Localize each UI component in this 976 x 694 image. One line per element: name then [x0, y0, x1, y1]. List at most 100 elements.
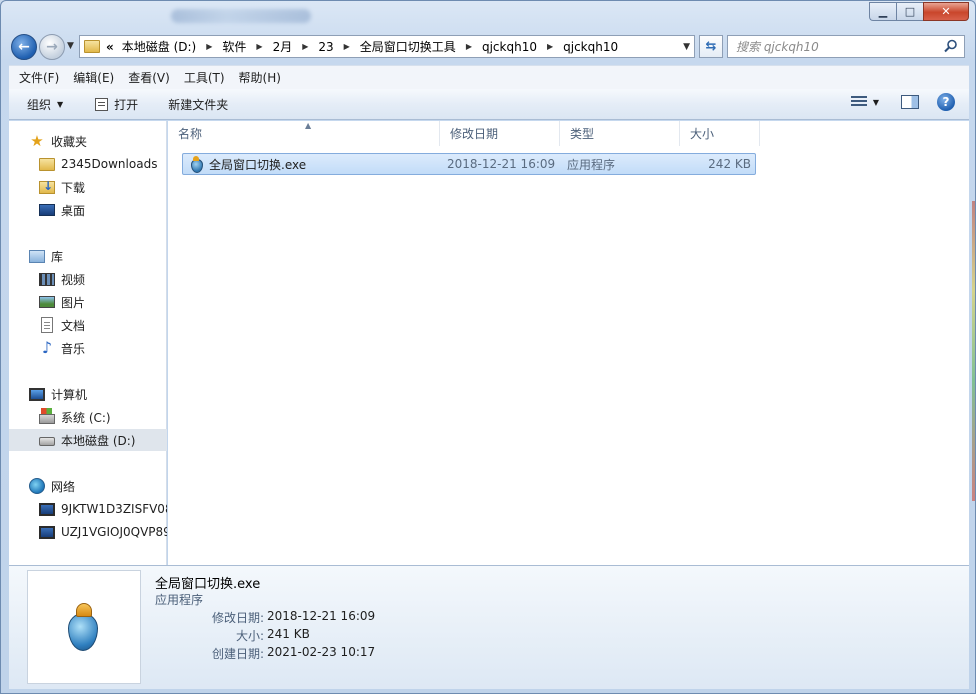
recent-pages-dropdown[interactable]: ▼ — [67, 41, 74, 51]
column-header-modified[interactable]: 修改日期 — [440, 121, 560, 146]
breadcrumb-arrow-icon[interactable]: ▶ — [547, 42, 553, 51]
sidebar-label: 库 — [51, 249, 64, 264]
sidebar-item-network-pc-1[interactable]: 9JKTW1D3ZISFV08 — [9, 498, 167, 520]
sidebar-item-videos[interactable]: 视频 — [9, 268, 167, 290]
sidebar-item-downloads[interactable]: 下载 — [9, 176, 167, 198]
new-folder-label: 新建文件夹 — [168, 97, 229, 112]
search-input[interactable]: 搜索 qjckqh10 — [727, 35, 965, 58]
sidebar-item-documents[interactable]: 文档 — [9, 314, 167, 336]
column-headers: 名称 ▲ 修改日期 类型 大小 — [168, 121, 969, 146]
sidebar-label: 文档 — [61, 318, 86, 333]
breadcrumb-arrow-icon[interactable]: ▶ — [206, 42, 212, 51]
column-label: 类型 — [570, 127, 595, 141]
breadcrumb-arrow-icon[interactable]: ▶ — [466, 42, 472, 51]
navigation-row: ← → ▼ « 本地磁盘 (D:) ▶ 软件 ▶ 2月 ▶ 23 ▶ 全局窗口切换工具 ▶… — [9, 33, 969, 61]
breadcrumb-arrow-icon[interactable]: ▶ — [344, 42, 350, 51]
folder-icon — [39, 157, 55, 171]
computer-icon — [29, 387, 45, 401]
new-folder-button[interactable]: 新建文件夹 — [168, 96, 228, 113]
sidebar-item-pictures[interactable]: 图片 — [9, 291, 167, 313]
address-bar[interactable]: « 本地磁盘 (D:) ▶ 软件 ▶ 2月 ▶ 23 ▶ 全局窗口切换工具 ▶ qjckq… — [79, 35, 695, 58]
file-thumbnail — [27, 570, 141, 684]
sidebar-label: UZJ1VGIOJ0QVP89 — [61, 525, 167, 539]
menu-edit[interactable]: 编辑(E) — [73, 69, 114, 86]
sidebar-label: 9JKTW1D3ZISFV08 — [61, 502, 167, 516]
details-label: 大小: — [235, 629, 264, 643]
column-label: 名称 — [178, 127, 203, 141]
sort-ascending-icon: ▲ — [305, 121, 312, 130]
help-icon[interactable]: ? — [937, 93, 955, 111]
details-created-row: 创建日期: 2021-02-23 10:17 — [155, 645, 415, 663]
downloads-folder-icon — [39, 179, 55, 194]
column-header-size[interactable]: 大小 — [680, 121, 760, 146]
sidebar-label: 本地磁盘 (D:) — [61, 433, 136, 448]
file-name-cell: 全局窗口切换.exe — [189, 154, 306, 174]
details-pane: 全局窗口切换.exe 应用程序 修改日期: 2018-12-21 16:09 大… — [9, 565, 969, 689]
background-window-edge — [972, 201, 975, 501]
open-icon — [95, 97, 109, 111]
network-computer-icon — [39, 502, 55, 516]
details-file-type: 应用程序 — [155, 593, 204, 607]
change-view-icon[interactable] — [850, 95, 867, 109]
breadcrumb-item[interactable]: 23 — [318, 40, 333, 54]
menu-help[interactable]: 帮助(H) — [239, 69, 281, 86]
refresh-button[interactable]: ⇆ — [699, 35, 723, 58]
sidebar-label: 下载 — [61, 180, 86, 195]
address-dropdown-icon[interactable]: ▼ — [683, 42, 690, 52]
file-modified: 2018-12-21 16:09 — [447, 157, 556, 171]
column-header-type[interactable]: 类型 — [560, 121, 680, 146]
breadcrumb-overflow[interactable]: « — [106, 40, 114, 54]
sidebar-favorites[interactable]: ★ 收藏夹 — [9, 130, 167, 152]
search-icon[interactable] — [944, 39, 958, 53]
minimize-button[interactable]: ▁ — [869, 2, 896, 21]
explorer-window: ▁ □ ✕ ← → ▼ « 本地磁盘 (D:) ▶ 软件 ▶ 2月 ▶ 23 ▶ 全局窗… — [0, 0, 976, 694]
sidebar-libraries[interactable]: 库 — [9, 245, 167, 267]
sidebar-label: 网络 — [51, 479, 76, 494]
file-type: 应用程序 — [567, 157, 616, 172]
menu-tools[interactable]: 工具(T) — [184, 69, 225, 86]
breadcrumb-arrow-icon[interactable]: ▶ — [302, 42, 308, 51]
sidebar-label: 系统 (C:) — [61, 410, 111, 425]
organize-button[interactable]: 组织 ▼ — [27, 96, 63, 113]
sidebar-item-2345downloads[interactable]: 2345Downloads — [9, 153, 167, 175]
chevron-down-icon: ▼ — [57, 99, 64, 109]
forward-button[interactable]: → — [39, 34, 65, 60]
close-button[interactable]: ✕ — [923, 2, 969, 21]
open-button[interactable]: 打开 — [95, 96, 138, 113]
sidebar-item-music[interactable]: ♪ 音乐 — [9, 337, 167, 359]
breadcrumb-item[interactable]: 本地磁盘 (D:) — [122, 38, 196, 55]
details-label: 创建日期: — [211, 647, 264, 661]
breadcrumb-item[interactable]: 全局窗口切换工具 — [360, 38, 456, 55]
breadcrumb-item[interactable]: 2月 — [273, 38, 293, 55]
preview-pane-icon[interactable] — [901, 95, 919, 109]
breadcrumb-item[interactable]: 软件 — [222, 38, 246, 55]
sidebar-label: 图片 — [61, 295, 86, 310]
sidebar-item-network-pc-2[interactable]: UZJ1VGIOJ0QVP89 — [9, 521, 167, 543]
organize-label: 组织 — [27, 97, 52, 112]
breadcrumb-item[interactable]: qjckqh10 — [563, 40, 618, 54]
video-icon — [39, 272, 55, 286]
sidebar-item-desktop[interactable]: 桌面 — [9, 199, 167, 221]
maximize-button[interactable]: □ — [896, 2, 923, 21]
desktop-icon — [39, 204, 55, 216]
file-row[interactable]: 全局窗口切换.exe 2018-12-21 16:09 应用程序 242 KB — [182, 153, 756, 175]
system-drive-icon — [39, 408, 55, 424]
details-label: 修改日期: — [211, 611, 264, 625]
sidebar-computer[interactable]: 计算机 — [9, 383, 167, 405]
breadcrumb-arrow-icon[interactable]: ▶ — [256, 42, 262, 51]
view-dropdown-icon[interactable]: ▼ — [873, 98, 879, 107]
star-icon: ★ — [30, 132, 44, 150]
network-computer-icon — [39, 525, 55, 539]
back-button[interactable]: ← — [11, 34, 37, 60]
breadcrumb-item[interactable]: qjckqh10 — [482, 40, 537, 54]
library-icon — [29, 249, 45, 263]
sidebar-item-drive-c[interactable]: 系统 (C:) — [9, 406, 167, 428]
menu-view[interactable]: 查看(V) — [128, 69, 170, 86]
sidebar-network[interactable]: 网络 — [9, 475, 167, 497]
column-header-name[interactable]: 名称 — [168, 121, 440, 146]
title-bar[interactable]: ▁ □ ✕ — [1, 1, 975, 31]
view-controls: ▼ ? — [850, 93, 969, 111]
sidebar-item-drive-d[interactable]: 本地磁盘 (D:) — [9, 429, 167, 451]
menu-bar: 文件(F) 编辑(E) 查看(V) 工具(T) 帮助(H) — [9, 65, 969, 89]
menu-file[interactable]: 文件(F) — [19, 69, 59, 86]
